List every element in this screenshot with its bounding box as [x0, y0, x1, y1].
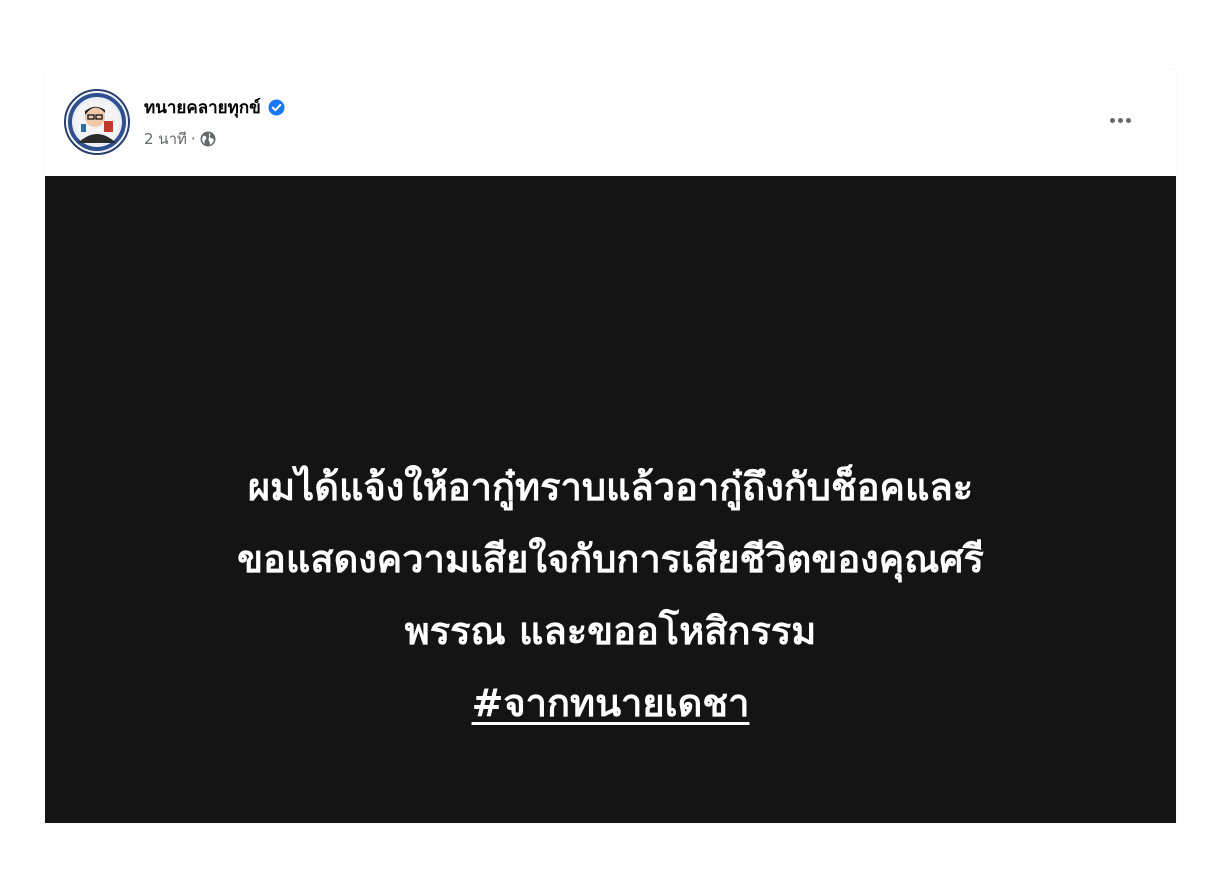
more-options-icon: [1117, 117, 1123, 123]
more-options-button[interactable]: [1095, 100, 1145, 140]
author-name[interactable]: ทนายคลายทุกข์: [144, 94, 261, 121]
image-text-line-3: พรรณ และขออโหสิกรรม: [404, 609, 817, 653]
post-image-text: ผมได้แจ้งให้อากู๋ทราบแล้วอากู๋ถึงกับช็อค…: [65, 451, 1156, 739]
image-text-line-1: ผมได้แจ้งให้อากู๋ทราบแล้วอากู๋ถึงกับช็อค…: [247, 465, 974, 509]
more-options-icon: [1125, 117, 1131, 123]
author-row: ทนายคลายทุกข์: [144, 94, 285, 120]
meta-separator: ·: [190, 130, 196, 148]
post-timestamp[interactable]: 2 นาที: [144, 127, 187, 151]
globe-icon[interactable]: [200, 131, 216, 147]
post-card: ทนายคลายทุกข์ 2 นาที · ผมได้แจ้งให้อากู๋…: [45, 70, 1176, 823]
post-header: ทนายคลายทุกข์ 2 นาที ·: [45, 70, 1176, 176]
image-text-line-2: ขอแสดงความเสียใจกับการเสียชีวิตของคุณศรี: [237, 537, 984, 581]
post-image[interactable]: ผมได้แจ้งให้อากู๋ทราบแล้วอากู๋ถึงกับช็อค…: [45, 176, 1176, 823]
hashtag-link[interactable]: #จากทนายเดชา: [472, 681, 750, 725]
post-meta: 2 นาที ·: [144, 128, 216, 150]
author-avatar[interactable]: [64, 89, 130, 155]
verified-badge-icon: [268, 99, 285, 116]
more-options-icon: [1109, 117, 1115, 123]
